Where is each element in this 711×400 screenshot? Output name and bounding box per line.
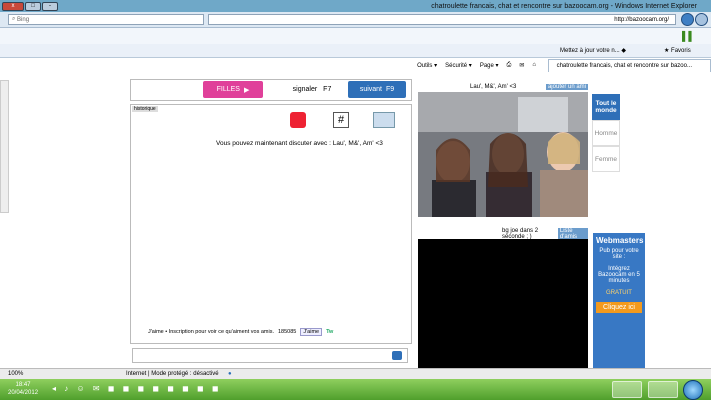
homme-label: Homme xyxy=(594,129,618,137)
tout-label: Tout le monde xyxy=(595,100,617,114)
favorites-bar: ▌▌ xyxy=(0,28,711,44)
filter-tout[interactable]: Tout le monde xyxy=(592,94,620,120)
security-zone: Internet | Mode protégé : désactivé xyxy=(126,371,219,377)
ad-line2: Intégrez Bazoocam en 5 minutes xyxy=(598,266,640,284)
search-input[interactable]: ⌕ Bing xyxy=(8,14,204,25)
webmasters-ad[interactable]: Webmasters Pub pour votre site : Intégre… xyxy=(593,233,645,368)
ad-line1: Pub pour votre site : xyxy=(599,248,639,260)
title-bar: x □ - chatroulette francais, chat et ren… xyxy=(0,0,711,12)
filles-label: FILLES xyxy=(216,86,240,93)
print-icon[interactable]: ⎙ xyxy=(507,62,512,69)
jaime-count: 185085 xyxy=(278,329,297,335)
page-menu[interactable]: Page ▾ xyxy=(480,62,499,69)
partner-webcam xyxy=(418,92,588,217)
like-bar: J'aime • Inscription pour voir ce qu'aim… xyxy=(148,328,333,336)
ad-title: Webmasters xyxy=(596,236,644,245)
status-bar: 100% Internet | Mode protégé : désactivé… xyxy=(0,368,711,379)
tweet-button[interactable]: Tw xyxy=(326,329,333,335)
outils-label: Outils xyxy=(417,62,433,69)
filter-homme[interactable]: Homme xyxy=(592,120,620,146)
mettez-label: Mettez à jour votre n... xyxy=(560,48,620,54)
page-label: Page xyxy=(479,62,494,69)
suivant-key: F9 xyxy=(386,86,395,93)
maximize-button[interactable]: □ xyxy=(25,1,41,11)
mettez-link[interactable]: Mettez à jour votre n... ◆ xyxy=(560,47,626,54)
search-placeholder: Bing xyxy=(17,16,30,23)
signaler-label: signaler xyxy=(292,86,318,93)
window-controls: x □ - xyxy=(2,1,58,11)
url-text: http://bazoocam.org/ xyxy=(614,16,669,23)
filles-button[interactable]: FILLES ▶ xyxy=(203,81,263,98)
close-button[interactable]: x xyxy=(2,1,24,11)
ad-cta[interactable]: Cliquez ici xyxy=(596,302,642,313)
back-button[interactable] xyxy=(681,13,694,26)
partner-video-frame xyxy=(418,92,588,217)
send-icon[interactable] xyxy=(392,351,402,360)
signaler-button[interactable]: signaler F7 xyxy=(280,81,344,98)
self-webcam xyxy=(418,239,588,369)
compat-icon[interactable]: ▌▌ xyxy=(682,31,695,41)
clock-time: 18:47 xyxy=(15,382,31,388)
suivant-label: suivant xyxy=(359,86,382,93)
zoom-level[interactable]: 100% xyxy=(8,371,23,377)
puzzle-icon[interactable] xyxy=(373,112,395,128)
suivant-button[interactable]: suivant F9 xyxy=(348,81,406,98)
historique-label: historique xyxy=(132,106,158,112)
securite-label: Sécurité xyxy=(445,62,468,69)
filter-femme[interactable]: Femme xyxy=(592,146,620,172)
chat-message: Vous pouvez maintenant discuter avec : L… xyxy=(216,140,383,147)
femme-label: Femme xyxy=(594,155,618,163)
chat-input[interactable] xyxy=(132,348,408,363)
play-icon: ▶ xyxy=(243,86,250,94)
tictactoe-icon[interactable]: # xyxy=(333,112,349,128)
window-title: chatroulette francais, chat et rencontre… xyxy=(431,2,697,10)
taskbar-explorer[interactable] xyxy=(612,381,642,398)
taskbar-folder[interactable] xyxy=(648,381,678,398)
start-button[interactable] xyxy=(683,380,703,400)
clock[interactable]: 18:47 20/04/2012 xyxy=(8,381,38,397)
favoris-button[interactable]: ★ Favoris xyxy=(664,47,691,54)
self-header: bg joe dans 2 seconde ; ) Liste d'amis xyxy=(418,228,588,240)
add-friend-button[interactable]: ajouter un ami xyxy=(545,84,588,90)
game-icon[interactable] xyxy=(290,112,306,128)
favorites-strip: ★ Favoris Mettez à jour votre n... ◆ xyxy=(0,44,711,58)
clock-date: 20/04/2012 xyxy=(8,390,39,396)
forward-button[interactable] xyxy=(695,13,708,26)
minimize-button[interactable]: - xyxy=(42,1,58,11)
outils-menu[interactable]: Outils ▾ xyxy=(417,62,437,69)
partner-header: Lau', M&', Am' <3 ajouter un ami xyxy=(418,82,588,92)
vertical-scrollbar[interactable] xyxy=(0,80,9,213)
ad-gratuit: GRATUIT xyxy=(606,290,632,296)
mail-icon[interactable]: ✉ xyxy=(519,62,524,69)
securite-menu[interactable]: Sécurité ▾ xyxy=(445,62,472,69)
signaler-key: F7 xyxy=(323,86,332,93)
partner-name: Lau', M&', Am' <3 xyxy=(470,84,517,90)
favoris-label: Favoris xyxy=(671,48,691,54)
url-input[interactable]: http://bazoocam.org/ xyxy=(208,14,676,25)
jaime-button[interactable]: J'aime xyxy=(300,328,323,336)
home-icon[interactable]: ⌂ xyxy=(532,62,536,68)
inscription-text[interactable]: J'aime • Inscription pour voir ce qu'aim… xyxy=(148,329,274,335)
globe-icon: ● xyxy=(228,371,232,377)
tray-icons[interactable]: ◂ ♪ ☺ ✉ ◼ ◼ ◼ ◼ ◼ ◼ ◼ ◼ xyxy=(52,384,221,393)
command-bar: Outils ▾ Sécurité ▾ Page ▾ ⎙ ✉ ⌂ xyxy=(0,58,711,72)
